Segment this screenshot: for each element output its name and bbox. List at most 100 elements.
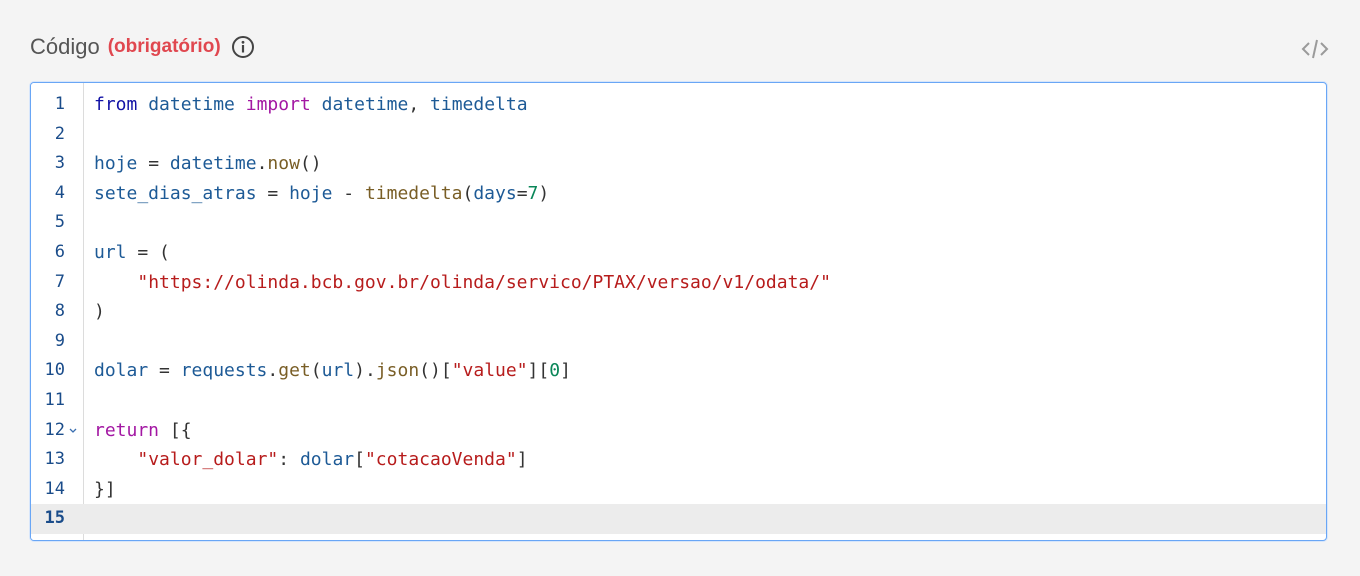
code-token: url [94, 241, 127, 263]
code-field-header: Código (obrigatório) [30, 30, 1330, 70]
code-line[interactable]: 1 from datetime import datetime, timedelt… [31, 90, 1326, 120]
code-token: from [94, 94, 138, 115]
code-line[interactable]: 7 "https://olinda.bcb.gov.br/olinda/serv… [31, 268, 1326, 298]
line-number: 8 [54, 301, 65, 322]
code-token: dolar [94, 360, 149, 382]
code-token: = [256, 182, 290, 204]
line-number: 3 [54, 153, 65, 174]
code-line[interactable]: 4 sete_dias_atras = hoje - timedelta(days… [31, 179, 1326, 209]
code-token: : [278, 449, 300, 471]
code-line[interactable]: 10 dolar = requests.get(url).json()["valu… [31, 356, 1326, 386]
code-token: = [137, 153, 170, 175]
code-line[interactable]: 8) [31, 297, 1326, 327]
code-editor[interactable]: 1 from datetime import datetime, timedelt… [30, 82, 1327, 541]
code-token: dolar [299, 449, 355, 471]
code-token: url [321, 360, 355, 382]
code-line[interactable]: 13 "valor_dolar": dolar["cotacaoVenda"] [31, 445, 1326, 475]
line-number: 13 [44, 449, 65, 470]
code-token: "valor_dolar" [137, 449, 279, 471]
code-token: ] [560, 360, 571, 382]
info-icon[interactable] [231, 35, 255, 59]
code-line[interactable]: 14}] [31, 475, 1326, 505]
code-token: [ [354, 449, 365, 471]
code-token: hoje [289, 182, 333, 204]
code-token: = [516, 182, 528, 204]
line-number: 10 [44, 360, 65, 381]
code-line[interactable]: 15 [31, 504, 1326, 534]
line-number: 7 [54, 271, 65, 292]
line-code: "https://olinda.bcb.gov.br/olinda/servic… [94, 268, 831, 298]
line-code: "valor_dolar": dolar["cotacaoVenda"] [94, 445, 528, 475]
code-token: 7 [527, 182, 539, 204]
line-number: 5 [54, 212, 65, 233]
line-number: 1 [54, 94, 65, 114]
line-number: 11 [44, 389, 65, 410]
code-line[interactable]: 3 hoje = datetime.now() [31, 149, 1326, 179]
line-code: from datetime import datetime, timedelta [94, 90, 528, 120]
code-token: datetime [148, 94, 235, 115]
line-code: hoje = datetime.now() [94, 149, 322, 179]
code-token: = ( [126, 241, 170, 263]
code-line[interactable]: 9 [31, 327, 1326, 357]
code-token: days [473, 182, 517, 204]
line-number: 6 [54, 241, 65, 262]
required-indicator: (obrigatório) [107, 36, 221, 57]
line-number: 2 [54, 123, 65, 144]
code-token: json [375, 360, 420, 382]
code-token: ) [94, 301, 105, 323]
code-line[interactable]: 5 [31, 208, 1326, 238]
line-number: 4 [54, 182, 65, 203]
code-token: ( [310, 360, 322, 382]
code-token: [{ [159, 419, 192, 441]
code-line[interactable]: 11 [31, 386, 1326, 416]
line-number: 15 [44, 508, 65, 529]
code-line[interactable]: 2 [31, 120, 1326, 150]
code-token: = [148, 360, 181, 382]
line-code: return [{ [94, 416, 192, 446]
code-token: ). [354, 360, 376, 382]
line-code: dolar = requests.get(url).json()["value"… [94, 356, 571, 386]
code-token: timedelta [364, 182, 463, 204]
field-label-row: Código (obrigatório) [30, 34, 255, 60]
code-token: datetime [169, 153, 257, 175]
code-token: return [94, 419, 160, 441]
line-number: 9 [54, 330, 65, 351]
code-line[interactable]: 12 return [{ [31, 416, 1326, 446]
code-token: ) [538, 182, 550, 204]
code-lines: 1 from datetime import datetime, timedelt… [31, 90, 1326, 534]
field-label: Código [30, 34, 100, 59]
line-code: sete_dias_atras = hoje - timedelta(days=… [94, 179, 549, 209]
code-token: }] [94, 478, 116, 500]
code-token: - [332, 182, 365, 204]
code-token: timedelta [430, 94, 528, 115]
line-code: }] [94, 475, 116, 505]
code-token: sete_dias_atras [94, 182, 257, 204]
code-token: . [256, 153, 268, 175]
code-token: ] [516, 449, 528, 471]
line-number: 14 [44, 478, 65, 499]
line-code: url = ( [94, 238, 170, 268]
code-token: requests [180, 360, 268, 382]
code-token: ][ [527, 360, 550, 382]
code-token: import [245, 94, 311, 115]
code-brackets-icon[interactable] [1300, 34, 1330, 64]
code-line[interactable]: 6 url = ( [31, 238, 1326, 268]
code-token: () [299, 153, 322, 175]
code-token: hoje [94, 153, 138, 175]
code-token: , [408, 94, 431, 115]
code-token: 0 [549, 360, 561, 382]
code-token: "value" [451, 360, 528, 382]
code-token: datetime [321, 94, 409, 115]
code-token: now [267, 153, 300, 175]
line-code: ) [94, 297, 105, 327]
code-token: ( [462, 182, 474, 204]
code-token: "https://olinda.bcb.gov.br/olinda/servic… [137, 271, 831, 293]
fold-chevron-down-icon[interactable] [68, 425, 78, 435]
line-number: 12 [44, 419, 65, 440]
code-token: ()[ [419, 360, 452, 382]
